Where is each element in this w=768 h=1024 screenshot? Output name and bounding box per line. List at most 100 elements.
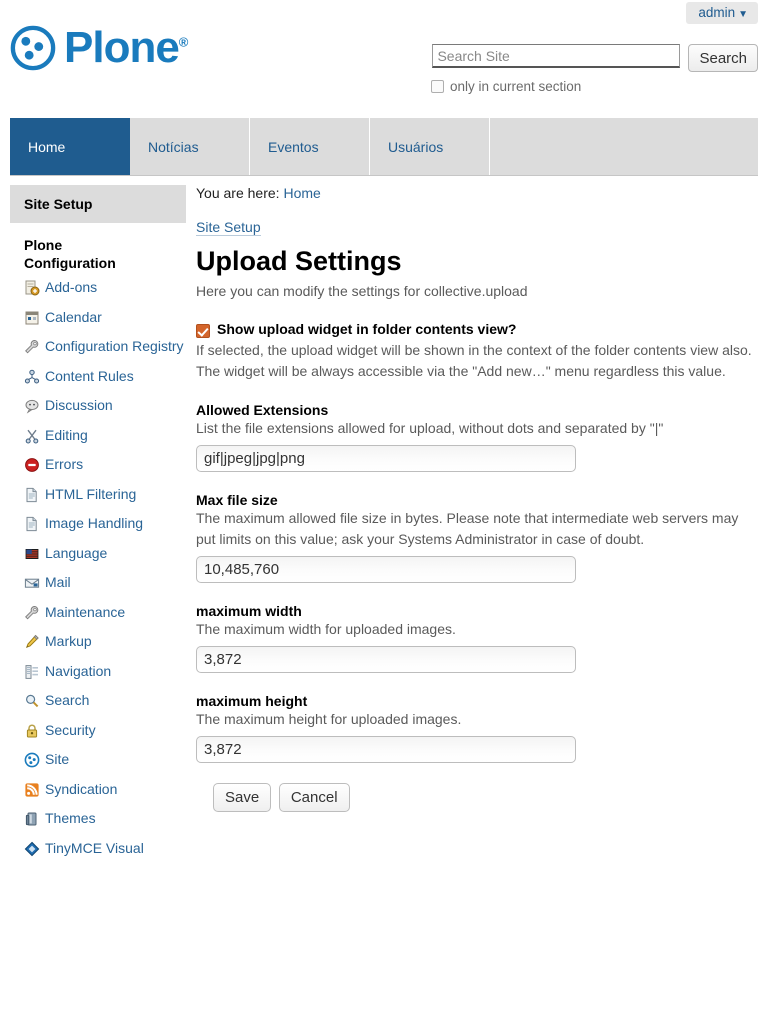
themes-icon bbox=[24, 811, 40, 827]
cancel-button[interactable]: Cancel bbox=[278, 782, 350, 812]
field-help: The maximum width for uploaded images. bbox=[196, 620, 456, 637]
sidebar-item-label: Add-ons bbox=[45, 279, 98, 295]
sidebar-item-discussion[interactable]: Discussion bbox=[24, 397, 186, 415]
save-button[interactable]: Save bbox=[213, 782, 272, 812]
error-icon bbox=[24, 457, 40, 473]
personal-bar[interactable]: admin ▼ bbox=[686, 2, 758, 24]
field-help: The maximum height for uploaded images. bbox=[196, 710, 462, 727]
nav-tab-label: Eventos bbox=[268, 138, 319, 155]
search-area: Search only in current section bbox=[428, 44, 758, 94]
addons-icon bbox=[24, 280, 40, 296]
calendar-icon bbox=[24, 310, 40, 326]
sidebar-item-label: HTML Filtering bbox=[45, 485, 137, 502]
navigation-icon bbox=[24, 664, 40, 680]
envelope-icon bbox=[24, 575, 40, 591]
wrench-icon bbox=[24, 605, 40, 621]
sidebar-item-calendar[interactable]: Calendar bbox=[24, 309, 186, 327]
sidebar-item-maintenance[interactable]: Maintenance bbox=[24, 604, 186, 622]
sidebar-item-mail[interactable]: Mail bbox=[24, 574, 186, 592]
sidebar-item-label: Language bbox=[45, 544, 108, 561]
columns: Site Setup Plone Configuration Add-ons Cal… bbox=[0, 185, 768, 1024]
magnifier-icon bbox=[24, 693, 40, 709]
sidebar-item-label: Discussion bbox=[45, 397, 113, 413]
field-show-upload-widget-in-folder-contents-view: Show upload widget in folder contents vi… bbox=[196, 321, 760, 382]
sidebar-item-site[interactable]: Site bbox=[24, 751, 186, 769]
sidebar-item-label: Markup bbox=[45, 633, 92, 649]
sidebar-item-search[interactable]: Search bbox=[24, 692, 186, 710]
sidebar-item-label: Security bbox=[45, 721, 96, 738]
flag-icon bbox=[24, 546, 40, 562]
sidebar: Site Setup Plone Configuration Add-ons Cal… bbox=[10, 185, 186, 869]
sidebar-item-image-handling[interactable]: Image Handling bbox=[24, 515, 186, 533]
show-upload-widget-checkbox[interactable] bbox=[196, 323, 210, 338]
input-maximum-height[interactable] bbox=[196, 735, 576, 763]
site-setup-link[interactable]: Site Setup bbox=[196, 219, 261, 236]
sidebar-item-errors[interactable]: Errors bbox=[24, 456, 186, 474]
sidebar-body: Plone Configuration Add-ons Calendar Config… bbox=[10, 223, 186, 857]
personal-bar-username: admin bbox=[698, 5, 736, 20]
sidebar-item-label: Site bbox=[45, 751, 70, 767]
sidebar-item-markup[interactable]: Markup bbox=[24, 633, 186, 651]
sidebar-item-label: Syndication bbox=[45, 780, 118, 797]
sidebar-item-add-ons[interactable]: Add-ons bbox=[24, 279, 186, 297]
breadcrumb-link-home[interactable]: Home bbox=[283, 185, 320, 201]
sidebar-item-content-rules[interactable]: Content Rules bbox=[24, 368, 186, 386]
lock-icon bbox=[24, 723, 40, 739]
sidebar-item-syndication[interactable]: Syndication bbox=[24, 781, 186, 799]
scissors-icon bbox=[24, 428, 40, 444]
sidebar-item-label: Content Rules bbox=[45, 367, 134, 384]
field-label: Max file size bbox=[196, 491, 278, 508]
sidebar-item-label: Configuration Registry bbox=[45, 338, 184, 354]
sidebar-item-security[interactable]: Security bbox=[24, 722, 186, 740]
field-allowed-extensions: Allowed Extensions List the file extensio… bbox=[196, 402, 760, 472]
plone-logo-icon bbox=[10, 25, 56, 71]
content-rules-icon bbox=[24, 369, 40, 385]
page-title: Upload Settings bbox=[196, 246, 402, 276]
nav-tab-usuarios[interactable]: Usuários bbox=[370, 118, 490, 175]
sidebar-item-label: Themes bbox=[45, 810, 96, 826]
form-actions: Save Cancel bbox=[196, 782, 760, 812]
search-scope-checkbox[interactable] bbox=[431, 80, 444, 93]
nav-tab-label: Home bbox=[28, 138, 66, 155]
search-input[interactable] bbox=[432, 44, 681, 68]
pencil-icon bbox=[24, 634, 40, 650]
search-scope-label: only in current section bbox=[450, 79, 582, 94]
sidebar-item-label: Image Handling bbox=[45, 515, 144, 531]
search-button[interactable]: Search bbox=[688, 44, 758, 72]
sidebar-item-language[interactable]: Language bbox=[24, 545, 186, 563]
sidebar-item-html-filtering[interactable]: HTML Filtering bbox=[24, 486, 186, 504]
sidebar-item-label: Search bbox=[45, 692, 90, 708]
field-maximum-width: maximum width The maximum width for uploa… bbox=[196, 603, 760, 673]
nav-tab-noticias[interactable]: Notícias bbox=[130, 118, 250, 175]
sidebar-item-navigation[interactable]: Navigation bbox=[24, 663, 186, 681]
sidebar-item-label: Navigation bbox=[45, 662, 112, 679]
nav-tab-eventos[interactable]: Eventos bbox=[250, 118, 370, 175]
portal-top: admin▼ Plone® Search only in current sec… bbox=[0, 0, 768, 112]
document-icon bbox=[24, 516, 40, 532]
discussion-icon bbox=[24, 398, 40, 414]
field-help: List the file extensions allowed for upl… bbox=[196, 419, 664, 436]
nav-tab-home[interactable]: Home bbox=[10, 118, 130, 175]
input-allowed-extensions[interactable] bbox=[196, 444, 576, 472]
settings-form: Show upload widget in folder contents vi… bbox=[196, 321, 760, 763]
rss-icon bbox=[24, 782, 40, 798]
sidebar-item-themes[interactable]: Themes bbox=[24, 810, 186, 828]
site-logo[interactable]: Plone® bbox=[10, 25, 188, 71]
chevron-down-icon: ▼ bbox=[738, 9, 748, 20]
sidebar-item-editing[interactable]: Editing bbox=[24, 427, 186, 445]
sidebar-item-list: Add-ons Calendar Configuration Registry Con… bbox=[24, 279, 186, 857]
document-icon bbox=[24, 487, 40, 503]
search-scope-row[interactable]: only in current section bbox=[428, 79, 758, 94]
sidebar-item-tinymce-visual[interactable]: TinyMCE Visual bbox=[24, 840, 186, 858]
nav-tab-label: Notícias bbox=[148, 138, 199, 155]
nav-tab-label: Usuários bbox=[388, 138, 444, 155]
input-max-file-size[interactable] bbox=[196, 555, 576, 583]
field-legend[interactable]: Show upload widget in folder contents vi… bbox=[196, 321, 760, 338]
sidebar-header: Site Setup bbox=[10, 185, 186, 223]
sidebar-item-label: TinyMCE Visual bbox=[45, 839, 144, 856]
input-maximum-width[interactable] bbox=[196, 645, 576, 673]
field-label: maximum height bbox=[196, 692, 308, 709]
sidebar-section-title: Plone Configuration bbox=[24, 237, 116, 271]
sidebar-item-configuration-registry[interactable]: Configuration Registry bbox=[24, 338, 186, 356]
sidebar-item-label: Calendar bbox=[45, 308, 102, 325]
